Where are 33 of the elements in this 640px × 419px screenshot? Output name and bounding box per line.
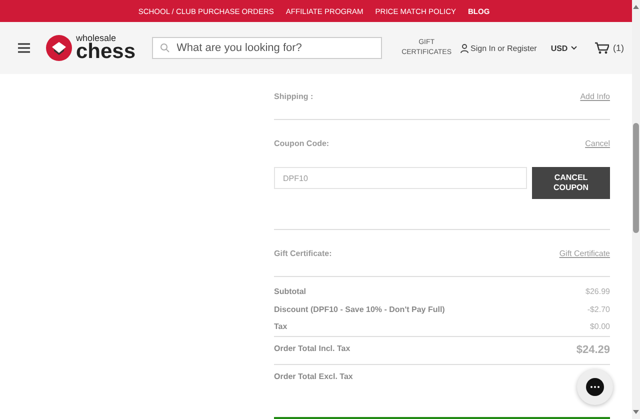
shipping-label: Shipping : [274,92,314,101]
user-icon [460,44,469,52]
scrollbar-thumb[interactable] [633,123,639,233]
total-label: Discount (DPF10 - Save 10% - Don't Pay Full) [274,304,445,314]
total-label: Order Total Incl. Tax [274,344,350,352]
cancel-link[interactable]: Cancel [585,139,610,148]
logo-text: chess [76,41,136,62]
logo-icon[interactable] [46,35,72,61]
scroll-down-arrow-icon[interactable] [632,408,640,416]
gift-certificate-link[interactable]: Gift Certificate [559,248,610,258]
caret-icon [570,46,577,50]
total-label: Tax [274,322,288,332]
coupon-label: Coupon Code: [274,139,330,148]
sign-in-link[interactable]: Sign In or Register [470,44,537,52]
menu-icon[interactable] [18,43,30,53]
total-value: $26.99 [586,287,610,296]
logo-text: wholesale [76,34,116,43]
coupon-field[interactable]: DPF10 [274,167,527,189]
add-info-link[interactable]: Add Info [580,92,610,101]
currency-selector[interactable]: USD [550,44,568,52]
cart-count: (1) [613,43,624,53]
scroll-up-arrow-icon[interactable] [632,3,640,11]
cancel-coupon-button[interactable]: CANCEL COUPON [532,167,610,199]
total-label: Subtotal [274,287,306,296]
chat-icon[interactable] [586,378,604,396]
search-icon [160,43,170,53]
total-value: -$2.70 [587,304,610,314]
cart-icon[interactable] [595,42,609,54]
gift-certificate-label: Gift Certificate: [274,248,332,258]
total-value: $0.00 [590,322,610,332]
total-value: $24.29 [576,344,610,356]
total-label: Order Total Excl. Tax [274,372,353,380]
search-field[interactable]: What are you looking for? [152,37,382,59]
